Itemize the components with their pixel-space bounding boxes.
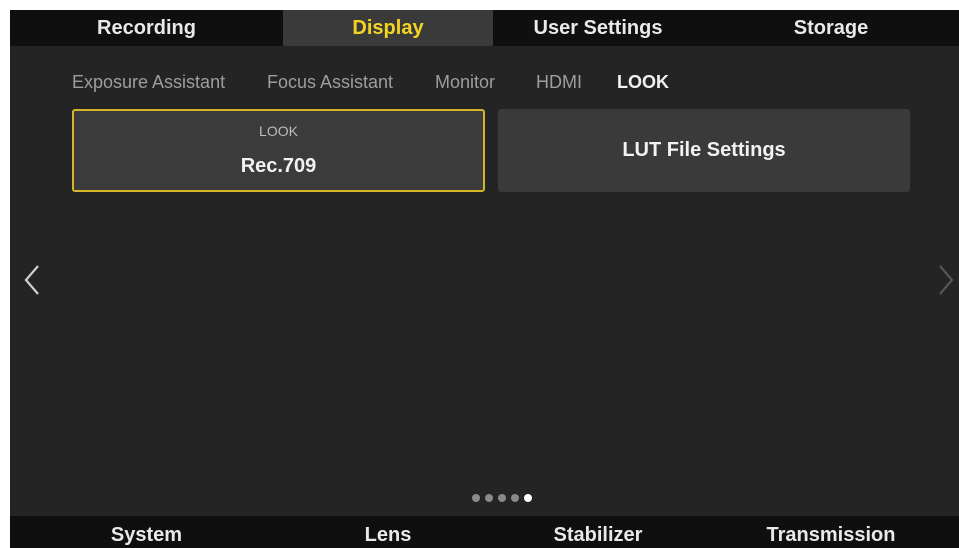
lut-file-settings-label: LUT File Settings — [622, 139, 786, 161]
lut-file-settings-button[interactable]: LUT File Settings — [498, 109, 910, 192]
look-setting-value: Rec.709 — [240, 155, 317, 177]
subtab-hdmi[interactable]: HDMI — [536, 72, 582, 93]
subtab-exposure-assistant[interactable]: Exposure Assistant — [72, 72, 225, 93]
tab-system[interactable]: System — [10, 516, 283, 548]
tab-display[interactable]: Display — [283, 10, 493, 46]
look-setting-card[interactable]: LOOK Rec.709 — [72, 109, 485, 192]
subtab-look[interactable]: LOOK — [617, 72, 669, 93]
chevron-left-icon[interactable] — [20, 260, 44, 300]
page-dot — [498, 494, 506, 502]
tab-recording[interactable]: Recording — [10, 10, 283, 46]
tab-transmission[interactable]: Transmission — [703, 516, 959, 548]
tab-stabilizer[interactable]: Stabilizer — [493, 516, 703, 548]
bottom-tab-bar: System Lens Stabilizer Transmission — [10, 516, 959, 548]
subtab-focus-assistant[interactable]: Focus Assistant — [267, 72, 393, 93]
chevron-right-icon[interactable] — [932, 260, 956, 300]
page-dot — [485, 494, 493, 502]
subtab-monitor[interactable]: Monitor — [435, 72, 495, 93]
tab-lens[interactable]: Lens — [283, 516, 493, 548]
page-dot — [511, 494, 519, 502]
page-dot-active — [524, 494, 532, 502]
look-setting-label: LOOK — [259, 123, 298, 139]
page-indicator — [472, 494, 532, 502]
tab-user-settings[interactable]: User Settings — [493, 10, 703, 46]
camera-menu-screen: Recording Display User Settings Storage … — [10, 10, 959, 548]
page-dot — [472, 494, 480, 502]
tab-storage[interactable]: Storage — [703, 10, 959, 46]
top-tab-bar: Recording Display User Settings Storage — [10, 10, 959, 46]
